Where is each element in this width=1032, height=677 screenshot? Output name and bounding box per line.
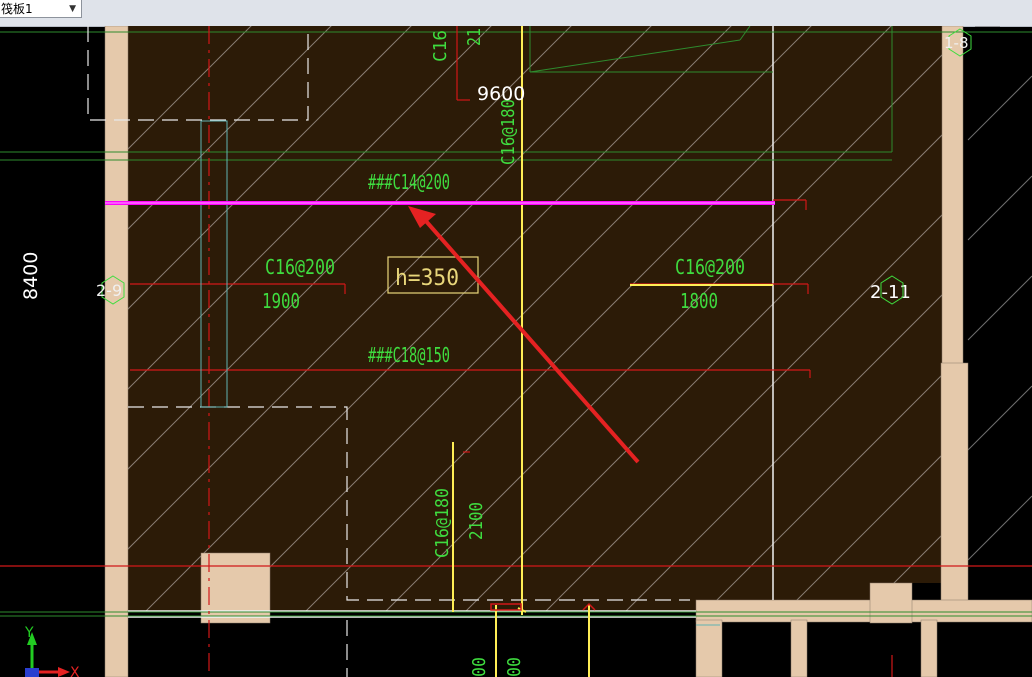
label-vertical-top[interactable]: C16@180 xyxy=(498,99,519,165)
layer-selector-value: 筏板1 xyxy=(1,2,33,16)
raft-slab[interactable] xyxy=(128,26,942,611)
label-top-horizontal[interactable]: ###C14@200 xyxy=(368,170,450,194)
dimension-top[interactable]: 9600 xyxy=(477,83,525,105)
outer-hatch xyxy=(967,26,1032,561)
label-left-length[interactable]: 1900 xyxy=(262,289,300,313)
label-top-small-a[interactable]: C16 xyxy=(430,30,451,62)
svg-text:1-8: 1-8 xyxy=(944,34,969,52)
thickness-label: h=350 xyxy=(395,266,459,291)
label-bottom-horizontal[interactable]: ###C18@150 xyxy=(368,343,450,367)
label-top-small-b[interactable]: 21 xyxy=(464,28,485,46)
label-bottom-length[interactable]: 2100 xyxy=(466,502,487,540)
dimension-left[interactable]: 8400 xyxy=(20,252,42,300)
label-left-callout[interactable]: C16@200 xyxy=(265,255,335,279)
label-right-length[interactable]: 1800 xyxy=(680,289,718,313)
svg-text:2-9: 2-9 xyxy=(96,281,122,300)
pillar-a[interactable] xyxy=(695,619,723,677)
pillar-b[interactable] xyxy=(790,619,808,677)
left-wall[interactable] xyxy=(104,26,129,677)
label-bottom-cut-b[interactable]: 00 xyxy=(504,657,525,677)
bottom-wall-right[interactable] xyxy=(695,599,1032,623)
label-right-callout[interactable]: C16@200 xyxy=(675,255,745,279)
pillar-c[interactable] xyxy=(920,619,938,677)
ucs-icon: Y X xyxy=(24,625,80,677)
label-vertical-bottom[interactable]: C16@180 xyxy=(432,488,453,558)
right-wall-step[interactable] xyxy=(940,362,969,608)
toolbar: 筏板1 ▼ xyxy=(0,0,1032,27)
layer-selector[interactable]: 筏板1 ▼ xyxy=(0,0,82,18)
ucs-y-label: Y xyxy=(24,625,34,641)
axis-label-right[interactable]: 2-11 xyxy=(870,282,911,303)
bottom-right-block[interactable] xyxy=(869,582,913,624)
ucs-x-label: X xyxy=(70,665,80,677)
cad-drawing-canvas[interactable]: ###C14@200 ###C18@150 C16@200 1900 C16@2… xyxy=(0,26,1032,677)
axis-marker-top-right[interactable]: 1-8 xyxy=(944,28,972,57)
chevron-down-icon[interactable]: ▼ xyxy=(69,0,76,18)
axis-marker-left[interactable]: 2-9 xyxy=(96,275,125,305)
label-bottom-cut-a[interactable]: 00 xyxy=(469,657,490,677)
